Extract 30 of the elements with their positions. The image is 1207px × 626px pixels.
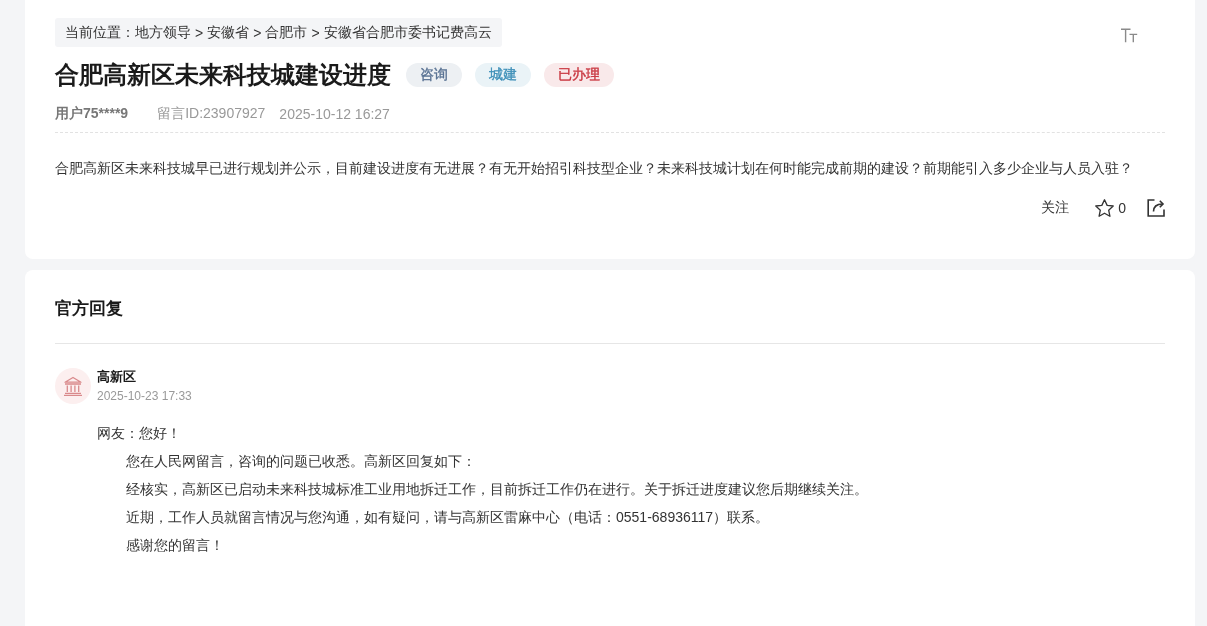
reply-time: 2025-10-23 17:33 xyxy=(97,388,192,405)
follow-button[interactable]: 关注 xyxy=(1041,197,1070,219)
reply-paragraph: 经核实，高新区已启动未来科技城标准工业用地拆迁工作，目前拆迁工作仍在进行。关于拆迁进度建议您后期继续关注。 xyxy=(126,480,869,499)
category-tag: 城建 xyxy=(475,63,531,87)
breadcrumb-separator: > xyxy=(311,24,320,41)
category-tag: 已办理 xyxy=(544,63,614,87)
font-size-icon[interactable] xyxy=(1120,28,1138,43)
message-id: 留言ID:23907927 xyxy=(157,105,266,123)
breadcrumb-label: 当前位置： xyxy=(65,23,135,42)
department-name: 高新区 xyxy=(97,368,137,385)
share-icon[interactable] xyxy=(1147,199,1165,217)
author-name: 用户75****9 xyxy=(55,105,129,123)
reply-paragraph: 您在人民网留言，咨询的问题已收悉。高新区回复如下： xyxy=(126,452,477,471)
favorite-button[interactable]: 0 xyxy=(1095,197,1126,219)
question-text: 合肥高新区未来科技城早已进行规划并公示，目前建设进度有无进展？有无开始招引科技型企业？未来科技城计划在何时能完成前期的建设？前期能引入多少企业与人员入驻？ xyxy=(55,159,1134,178)
question-title: 合肥高新区未来科技城建设进度 xyxy=(55,60,391,90)
reply-paragraph: 感谢您的留言！ xyxy=(126,536,225,555)
post-time: 2025-10-12 16:27 xyxy=(279,106,390,122)
star-icon xyxy=(1095,199,1115,217)
bank-icon xyxy=(55,368,91,404)
reply-paragraph: 近期，工作人员就留言情况与您沟通，如有疑问，请与高新区雷麻中心（电话：0551-68936117）联系。 xyxy=(126,508,771,527)
breadcrumb-separator: > xyxy=(253,24,262,41)
breadcrumb-link[interactable]: 安徽省合肥市委书记费高云 xyxy=(323,23,492,42)
breadcrumb-link[interactable]: 安徽省 xyxy=(207,23,250,42)
breadcrumb-link[interactable]: 合肥市 xyxy=(265,23,308,42)
category-tag: 咨询 xyxy=(406,63,462,87)
section-heading: 官方回复 xyxy=(55,298,124,320)
breadcrumb-separator: > xyxy=(195,24,204,41)
breadcrumb-link[interactable]: 地方领导 xyxy=(135,23,191,42)
reply-greeting: 网友：您好！ xyxy=(97,424,182,443)
